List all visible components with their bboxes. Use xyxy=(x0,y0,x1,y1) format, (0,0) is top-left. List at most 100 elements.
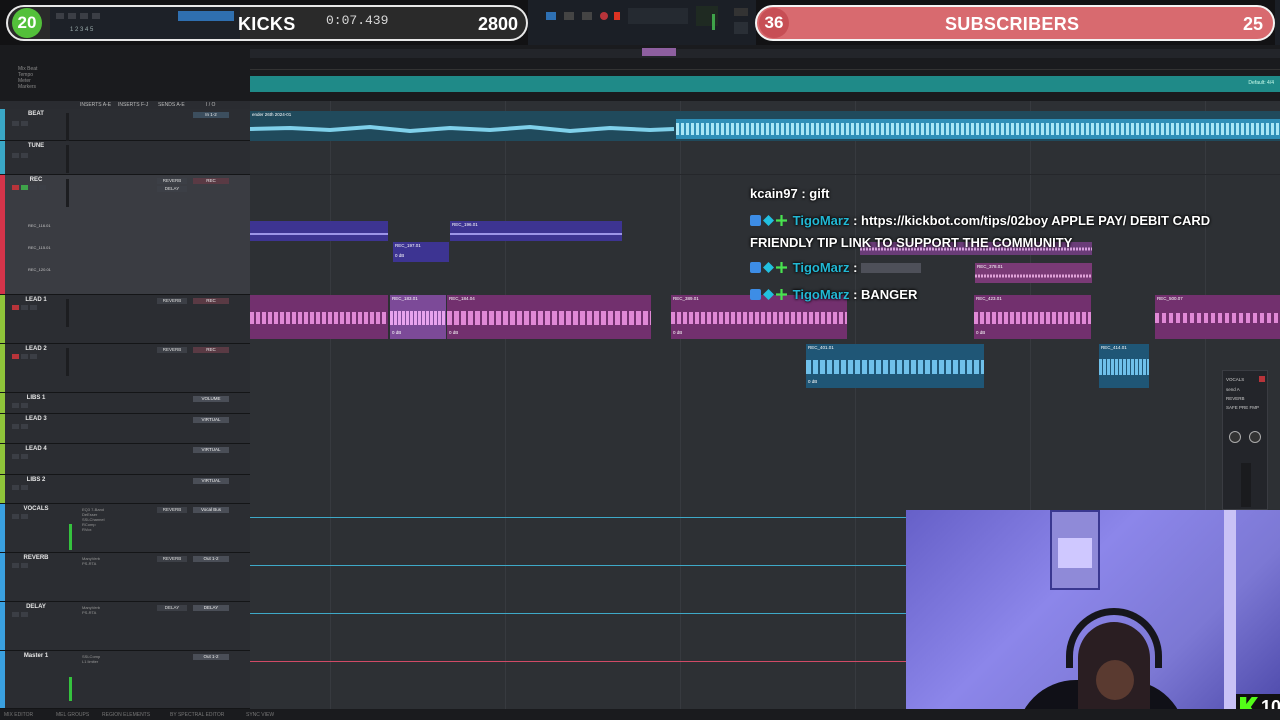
track-io[interactable]: DELAY xyxy=(193,605,229,611)
track-reverb[interactable]: REVERB ManyVerb PS-RTA REVERB Out 1-2 xyxy=(0,553,250,602)
bottom-tab[interactable]: SYNC VIEW xyxy=(246,712,274,718)
solo-button[interactable] xyxy=(21,305,28,310)
mute-button[interactable] xyxy=(21,424,28,429)
clip-beat[interactable]: ender 26th 2024-01 xyxy=(250,111,1280,141)
send-reverb[interactable]: REVERB xyxy=(157,507,187,513)
bottom-tab[interactable]: MEL GROUPS xyxy=(56,712,89,718)
mute-button[interactable] xyxy=(21,514,28,519)
solo-button[interactable] xyxy=(12,403,19,408)
bottom-tab[interactable]: REGION ELEMENTS xyxy=(102,712,150,718)
track-io[interactable]: VIRTUAL xyxy=(193,478,229,484)
pan-knob-icon[interactable] xyxy=(1249,431,1261,443)
delay-automation-line[interactable] xyxy=(250,613,906,614)
clip-rec[interactable]: REC_378.01 xyxy=(975,263,1092,283)
track-beat[interactable]: BEAT In 1-2 xyxy=(0,109,250,141)
insert-slots[interactable]: SSLComp L1 limiter xyxy=(82,654,116,688)
send-delay[interactable]: DELAY xyxy=(157,186,187,192)
clip-lead-2[interactable]: REC_401.01 0 dB xyxy=(806,344,984,388)
mute-button[interactable] xyxy=(21,121,28,126)
track-io[interactable]: Out 1-2 xyxy=(193,556,229,562)
track-io[interactable]: VIRTUAL xyxy=(193,447,229,453)
track-lead-3[interactable]: LEAD 3 VIRTUAL xyxy=(0,414,250,444)
bottom-tab[interactable]: MIX EDITOR xyxy=(4,712,33,718)
solo-button[interactable] xyxy=(12,612,19,617)
track-name[interactable]: LEAD 3 xyxy=(14,416,58,422)
solo-button[interactable] xyxy=(12,454,19,459)
marker-ruler[interactable]: Default: 4/4 xyxy=(250,76,1280,92)
clip-lead-1[interactable] xyxy=(250,295,388,339)
send-output-window[interactable]: VOCALS send A REVERB SAFE PRE FMP xyxy=(1222,370,1268,510)
pan-knob-icon[interactable] xyxy=(1229,431,1241,443)
trim-tool-icon[interactable] xyxy=(68,13,76,19)
mute-button[interactable] xyxy=(30,354,37,359)
vocals-automation-line[interactable] xyxy=(250,517,906,518)
track-name[interactable]: LEAD 2 xyxy=(14,346,58,352)
track-io[interactable]: VIRTUAL xyxy=(193,417,229,423)
bottom-tab[interactable]: BY SPECTRAL EDITOR xyxy=(170,712,224,718)
record-enable-button[interactable] xyxy=(12,185,19,190)
playlist-lane-label[interactable]: REC_120.01 xyxy=(28,267,51,272)
solo-button[interactable] xyxy=(12,514,19,519)
insert-slot[interactable]: PS-RTA xyxy=(82,610,116,615)
send-reverb[interactable]: REVERB xyxy=(157,556,187,562)
loop-icon[interactable] xyxy=(546,12,556,20)
mini-timeline[interactable] xyxy=(250,49,1280,58)
zoom-tool-icon[interactable] xyxy=(56,13,64,19)
track-tune[interactable]: TUNE xyxy=(0,141,250,175)
insert-slots[interactable]: ManyVerb PS-RTA xyxy=(82,605,116,639)
track-io[interactable]: REC xyxy=(193,178,229,184)
mute-button[interactable] xyxy=(21,485,28,490)
clip-lead-2[interactable]: REC_414.01 xyxy=(1099,344,1149,388)
send-delay[interactable]: DELAY xyxy=(157,605,187,611)
play-icon[interactable] xyxy=(582,12,592,20)
track-name[interactable]: DELAY xyxy=(14,604,58,610)
track-io[interactable]: REC xyxy=(193,298,229,304)
track-name[interactable]: Master 1 xyxy=(14,653,58,659)
record-icon[interactable] xyxy=(600,12,608,20)
mute-button[interactable] xyxy=(21,563,28,568)
track-name[interactable]: LIBS 1 xyxy=(14,395,58,401)
insert-slots[interactable]: EQ3 7-Band DeEsser SSLChannel RComp RVox xyxy=(82,507,116,541)
mute-button[interactable] xyxy=(21,403,28,408)
solo-button[interactable] xyxy=(30,185,37,190)
track-master[interactable]: Master 1 SSLComp L1 limiter Out 1-2 xyxy=(0,651,250,709)
track-io[interactable]: Vocal Bus xyxy=(193,507,229,513)
track-io[interactable]: REC xyxy=(193,347,229,353)
clip-lead-1[interactable]: REC_184.04 0 dB xyxy=(447,295,651,339)
nudge-toggle[interactable] xyxy=(734,22,748,34)
record-enable-button[interactable] xyxy=(12,354,19,359)
insert-slots[interactable]: ManyVerb PS-RTA xyxy=(82,556,116,590)
track-lead-1[interactable]: LEAD 1 REVERB REC xyxy=(0,295,250,344)
solo-button[interactable] xyxy=(12,563,19,568)
track-rec[interactable]: REC REVERB DELAY REC REC_116.01 REC_115.… xyxy=(0,175,250,295)
reverb-automation-line[interactable] xyxy=(250,565,906,566)
stop-icon[interactable] xyxy=(564,12,574,20)
solo-button[interactable] xyxy=(12,121,19,126)
track-io[interactable]: VOLUME xyxy=(193,396,229,402)
grid-toggle[interactable] xyxy=(734,8,748,16)
close-icon[interactable] xyxy=(1259,376,1265,382)
track-io[interactable]: In 1-2 xyxy=(193,112,229,118)
insert-slot[interactable]: PS-RTA xyxy=(82,561,116,566)
track-name[interactable]: BEAT xyxy=(14,111,58,117)
track-name[interactable]: LIBS 2 xyxy=(14,477,58,483)
track-name[interactable]: LEAD 4 xyxy=(14,446,58,452)
track-io[interactable]: Out 1-2 xyxy=(193,654,229,660)
track-libs-2[interactable]: LIBS 2 VIRTUAL xyxy=(0,475,250,504)
send-reverb[interactable]: REVERB xyxy=(157,298,187,304)
track-libs-1[interactable]: LIBS 1 VOLUME xyxy=(0,393,250,414)
send-options[interactable]: SAFE PRE FMP xyxy=(1226,405,1259,410)
clip-rec[interactable]: REC_197.01 0 dB xyxy=(393,242,449,262)
track-name[interactable]: LEAD 1 xyxy=(14,297,58,303)
track-name[interactable]: REC xyxy=(14,177,58,183)
clip-lead-1[interactable]: REC_183.01 0 dB xyxy=(390,295,446,339)
send-fader[interactable] xyxy=(1241,463,1251,507)
solo-button[interactable] xyxy=(12,153,19,158)
record-arm-icon[interactable] xyxy=(614,12,620,20)
mute-button[interactable] xyxy=(30,305,37,310)
master-automation-line[interactable] xyxy=(250,661,906,662)
grabber-tool-icon[interactable] xyxy=(92,13,100,19)
send-reverb[interactable]: REVERB xyxy=(157,178,187,184)
playback-range[interactable] xyxy=(642,48,676,56)
record-enable-button[interactable] xyxy=(12,305,19,310)
